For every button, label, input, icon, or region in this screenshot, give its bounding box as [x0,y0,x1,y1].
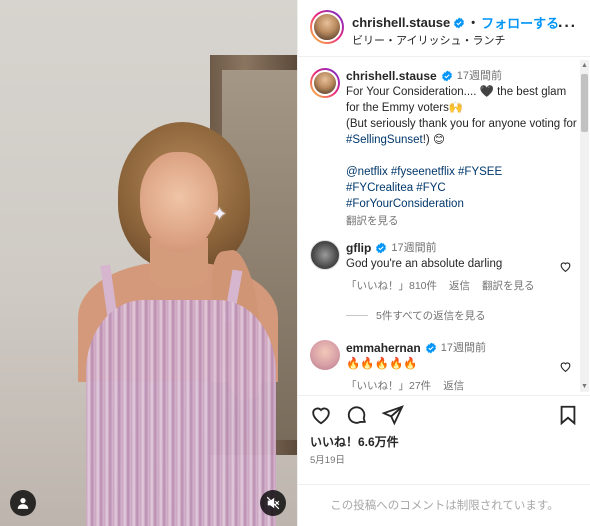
verified-badge-icon [441,70,452,82]
comments-scrollbar[interactable]: ▲ ▼ [580,60,589,392]
caption-tags-1[interactable]: @netflix #fyseenetflix #FYSEE [346,164,578,180]
follow-button[interactable]: フォローする [481,13,559,32]
replies-divider [346,315,368,316]
post-date[interactable]: 5月19日 [310,452,345,466]
heart-icon[interactable] [559,360,572,373]
post-panel: chrishell.stause • フォローする ビリー・アイリッシュ・ランチ… [297,0,590,526]
view-replies-label: 5件すべての返信を見る [376,310,486,322]
mute-icon [266,496,280,510]
more-options-icon[interactable]: ··· [558,18,577,36]
comment-reply-button[interactable]: 返信 [449,278,470,294]
comment-body: gflip 17週間前 God you're an absolute darli… [346,240,546,294]
bookmark-icon[interactable] [557,404,579,426]
post-actions: いいね！6.6万件 5月19日 この投稿へのコメントは制限されています。 [298,395,590,526]
separator-dot: • [471,16,476,29]
comment-likes[interactable]: 「いいね！」27件 [346,378,431,394]
comment-username[interactable]: gflip [346,240,371,256]
photo-face [140,152,218,252]
comment-icon[interactable] [346,404,368,426]
caption-text-2: (But seriously thank you for anyone voti… [346,116,578,148]
caption-avatar[interactable] [310,68,340,98]
caption-time[interactable]: 17週間前 [457,68,502,84]
scroll-up-icon[interactable]: ▲ [581,62,588,69]
user-tag-icon [17,498,29,509]
comment-avatar[interactable] [310,340,340,370]
caption-see-translation[interactable]: 翻訳を見る [346,213,578,229]
share-icon[interactable] [382,404,404,426]
caption-body: chrishell.stause 17週間前 For Your Consider… [346,68,578,229]
comment-avatar[interactable] [310,240,340,270]
comment-see-translation[interactable]: 翻訳を見る [482,278,535,294]
like-heart-icon[interactable] [310,404,332,426]
verified-badge-icon [454,17,465,28]
post-media[interactable]: ✦ [0,0,297,526]
comment-time[interactable]: 17週間前 [441,340,486,356]
header-subtitle[interactable]: ビリー・アイリッシュ・ランチ [352,32,505,48]
caption-username[interactable]: chrishell.stause [346,68,437,84]
caption-text-2-prefix: (But seriously thank you for anyone voti… [346,118,577,130]
mute-button[interactable] [260,490,286,516]
comment-time[interactable]: 17週間前 [391,240,436,256]
hashtag-link[interactable]: #SellingSunset [346,134,423,146]
comment-reply-button[interactable]: 返信 [443,378,464,394]
header-avatar[interactable] [310,10,344,44]
comment-text: 🔥🔥🔥🔥🔥 [346,358,418,370]
caption-text-2-suffix: !) 😊 [422,134,445,146]
caption-tags-2[interactable]: #FYCrealitea #FYC [346,180,578,196]
user-tag-button[interactable] [10,490,36,516]
like-count[interactable]: いいね！6.6万件 [310,433,399,450]
scroll-down-icon[interactable]: ▼ [581,383,588,390]
comments-scroll-area[interactable]: chrishell.stause 17週間前 For Your Consider… [298,58,590,394]
view-replies-button[interactable]: 5件すべての返信を見る [346,308,486,323]
scrollbar-thumb[interactable] [581,74,588,132]
comment-likes[interactable]: 「いいね！」810件 [346,278,437,294]
verified-badge-icon [425,342,436,354]
caption-text-1: For Your Consideration.... 🖤 the best gl… [346,86,567,114]
heart-icon[interactable] [559,260,572,273]
photo-dress [86,300,276,526]
post-header: chrishell.stause • フォローする ビリー・アイリッシュ・ランチ… [298,0,590,57]
comment-username[interactable]: emmahernan [346,340,421,356]
header-username[interactable]: chrishell.stause [352,15,450,30]
caption-tags-3[interactable]: #ForYourConsideration [346,196,578,212]
comment-text: God you're an absolute darling [346,258,503,270]
header-user-row: chrishell.stause • フォローする [352,13,559,32]
comments-restricted-notice: この投稿へのコメントは制限されています。 [298,484,590,513]
earring-star-icon: ✦ [212,204,228,224]
verified-badge-icon [376,242,387,254]
comment-body: emmahernan 17週間前 🔥🔥🔥🔥🔥 「いいね！」27件 返信 [346,340,546,394]
